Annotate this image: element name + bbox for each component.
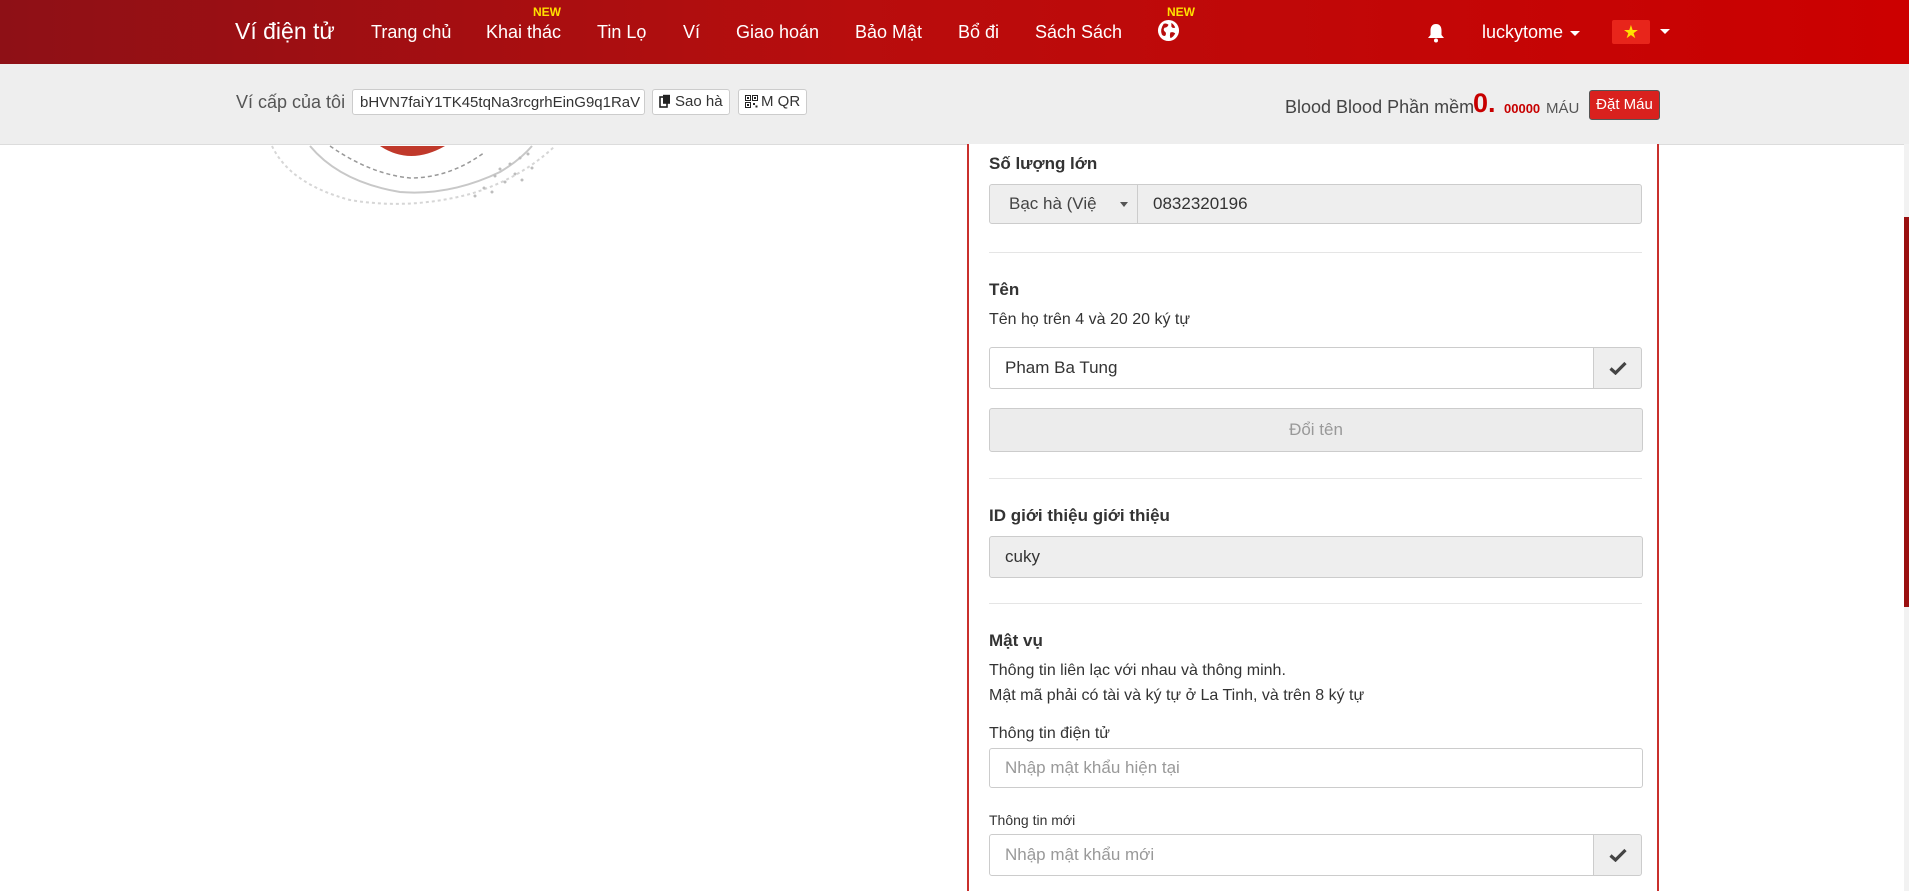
country-select[interactable]: Bạc hà (Việ	[989, 184, 1138, 224]
qr-label: M QR	[761, 93, 801, 110]
chevron-down-icon	[1120, 202, 1128, 207]
nav-item-security[interactable]: Bảo Mật	[855, 22, 922, 43]
balance-integer: 0.	[1473, 88, 1496, 118]
new-password-input[interactable]: Nhập mật khẩu mới	[989, 834, 1594, 876]
brand-logo[interactable]: Ví điện tử	[235, 18, 335, 45]
wallet-label: Ví cấp của tôi	[236, 92, 346, 112]
current-password-input[interactable]: Nhập mật khẩu hiện tại	[989, 748, 1643, 788]
referral-id-field: cuky	[989, 536, 1643, 578]
deposit-button[interactable]: Đặt Máu	[1589, 90, 1660, 120]
balance-decimal: 00000	[1504, 101, 1541, 116]
chevron-down-icon	[1570, 30, 1581, 36]
phone-section-title: Số lượng lớn	[989, 154, 1098, 173]
check-icon	[1608, 361, 1627, 375]
nav-item-label: Khai thác	[486, 22, 562, 42]
new-password-confirm-button[interactable]	[1593, 834, 1642, 876]
chevron-down-icon[interactable]	[1660, 29, 1670, 34]
top-navbar: Ví điện tử Trang chủ Khai thác NEW Tin L…	[0, 0, 1909, 64]
name-confirm-button[interactable]	[1593, 347, 1642, 389]
nav-item-logout[interactable]: Bổ đi	[958, 22, 999, 43]
password-hint-2: Mật mã phải có tài và ký tự ở La Tinh, v…	[989, 687, 1365, 704]
check-icon	[1608, 848, 1627, 862]
phone-number-field[interactable]: 0832320196	[1137, 184, 1642, 224]
current-password-label: Thông tin điện tử	[989, 725, 1111, 742]
name-hint: Tên họ trên 4 và 20 20 ký tự	[989, 311, 1191, 328]
rename-button[interactable]: Đổi tên	[989, 408, 1643, 452]
nav-item-books[interactable]: Sách Sách	[1035, 22, 1122, 43]
wallet-bar: Ví cấp của tôi bHVN7faiY1TK45tqNa3rcgrhE…	[0, 64, 1909, 145]
user-menu[interactable]: luckytome	[1482, 22, 1581, 43]
new-password-label: Thông tin mới	[989, 812, 1076, 828]
scrollbar-thumb[interactable]	[1904, 217, 1909, 607]
qr-code-button[interactable]: M QR	[738, 89, 808, 115]
globe-new-badge: NEW	[1167, 5, 1195, 19]
decorative-logo-fragment	[270, 144, 560, 210]
bell-icon[interactable]	[1427, 23, 1445, 43]
qr-icon	[745, 95, 758, 108]
section-divider	[989, 252, 1642, 253]
password-section-title: Mật vụ	[989, 631, 1043, 650]
name-section-title: Tên	[989, 280, 1020, 299]
new-badge: NEW	[533, 5, 561, 19]
username: luckytome	[1482, 22, 1564, 42]
copy-address-button[interactable]: Sao hà	[652, 89, 730, 115]
gear-logo-icon	[271, 145, 556, 205]
globe-icon[interactable]	[1157, 19, 1180, 42]
copy-label: Sao hà	[675, 93, 723, 110]
account-settings-panel: Số lượng lớn Bạc hà (Việ 0832320196 Tên …	[967, 144, 1659, 891]
password-hint-1: Thông tin liên lạc với nhau và thông min…	[989, 662, 1286, 679]
referral-section-title: ID giới thiệu giới thiệu	[989, 506, 1170, 525]
balance-unit: MÁU	[1546, 100, 1580, 117]
nav-item-home[interactable]: Trang chủ	[371, 22, 451, 43]
language-flag[interactable]: ★	[1612, 20, 1650, 44]
wallet-address-field[interactable]: bHVN7faiY1TK45tqNa3rcgrhEinG9q1RaV	[352, 89, 645, 115]
country-select-value: Bạc hà (Việ	[1009, 194, 1097, 213]
nav-item-mining[interactable]: Khai thác	[486, 22, 561, 43]
name-input[interactable]: Pham Ba Tung	[989, 347, 1594, 389]
copy-icon	[659, 94, 670, 108]
balance-label: Blood Blood Phần mềm	[1285, 97, 1475, 117]
nav-item-news[interactable]: Tin Lọ	[597, 22, 646, 43]
section-divider	[989, 603, 1642, 604]
nav-item-exchange[interactable]: Giao hoán	[736, 22, 819, 43]
nav-item-wallet[interactable]: Ví	[683, 22, 700, 43]
section-divider	[989, 478, 1642, 479]
